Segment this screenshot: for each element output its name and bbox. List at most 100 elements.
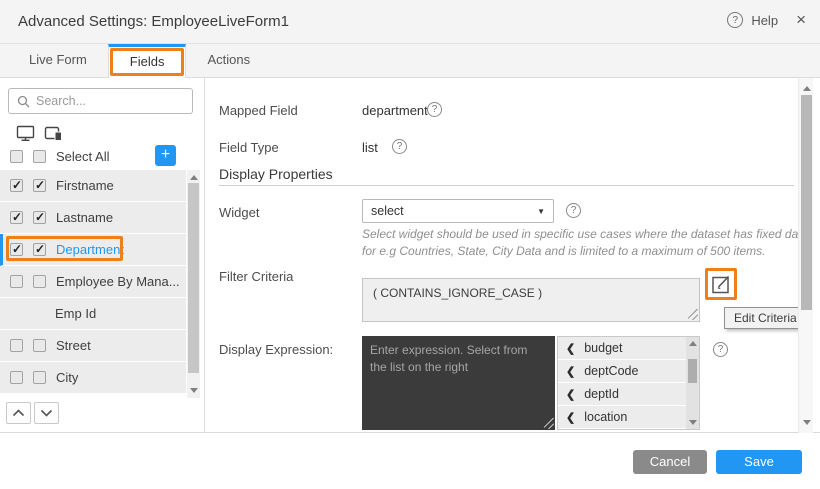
field-list: Firstname Lastname Department Employee By M…: [0, 170, 205, 398]
select-all-row[interactable]: Select All +: [0, 142, 186, 170]
expression-fields-list: ❮budget❮deptCode❮deptId❮location: [557, 336, 700, 430]
filter-criteria-textarea[interactable]: ( CONTAINS_IGNORE_CASE ): [362, 278, 700, 322]
scroll-down-icon[interactable]: [803, 420, 811, 425]
expression-field-label: budget: [584, 341, 622, 355]
caret-down-icon: ▼: [537, 207, 545, 216]
field-row-street[interactable]: Street: [0, 330, 186, 362]
field-row-employee-by-mana[interactable]: Employee By Mana...: [0, 266, 186, 298]
field-type-value: list: [362, 140, 378, 155]
checkbox[interactable]: [10, 150, 23, 163]
help-circle-icon[interactable]: ?: [427, 102, 442, 117]
checkbox[interactable]: [10, 243, 23, 256]
field-label: Firstname: [56, 178, 114, 193]
search-box[interactable]: [8, 88, 193, 114]
field-row-lastname[interactable]: Lastname: [0, 202, 186, 234]
section-divider: [219, 185, 794, 186]
expression-list-scrollbar[interactable]: [686, 337, 699, 429]
resize-handle[interactable]: [543, 418, 554, 429]
chevron-left-icon[interactable]: ❮: [566, 411, 575, 424]
search-input[interactable]: [36, 94, 197, 108]
widget-select[interactable]: select ▼: [362, 199, 554, 223]
field-label: Employee By Mana...: [56, 274, 180, 289]
field-type-label: Field Type: [219, 140, 279, 155]
mobile-devices-icon[interactable]: [44, 125, 64, 142]
move-down-button[interactable]: [34, 402, 59, 424]
field-row-department[interactable]: Department: [0, 234, 186, 266]
main-scrollbar[interactable]: [798, 78, 813, 433]
help-circle-icon[interactable]: ?: [566, 203, 581, 218]
tab-label: Live Form: [29, 52, 87, 67]
expression-editor[interactable]: Enter expression. Select from the list o…: [362, 336, 555, 430]
widget-label: Widget: [219, 205, 259, 220]
tab-fields[interactable]: Fields: [108, 44, 187, 78]
tab-label: Actions: [207, 52, 250, 67]
checkbox[interactable]: [33, 371, 46, 384]
chevron-left-icon[interactable]: ❮: [566, 365, 575, 378]
checkbox[interactable]: [33, 275, 46, 288]
display-properties-heading: Display Properties: [219, 166, 333, 182]
plus-icon[interactable]: +: [155, 145, 176, 166]
checkbox[interactable]: [33, 243, 46, 256]
field-label: Street: [56, 338, 91, 353]
scroll-down-icon[interactable]: [689, 420, 697, 425]
expression-field-deptid[interactable]: ❮ deptId: [558, 383, 687, 406]
fields-sidebar: Select All + Firstname Lastname Department…: [0, 78, 205, 432]
sidebar-scrollbar[interactable]: [187, 170, 200, 398]
scroll-up-icon[interactable]: [190, 175, 198, 180]
scrollbar-thumb[interactable]: [801, 95, 812, 310]
close-icon[interactable]: ×: [796, 12, 806, 28]
mapped-field-label: Mapped Field: [219, 103, 298, 118]
field-label: Emp Id: [55, 306, 96, 321]
expression-rows: ❮budget❮deptCode❮deptId❮location: [558, 337, 699, 429]
help-circle-icon[interactable]: ?: [713, 342, 728, 357]
edit-criteria-tooltip: Edit Criteria: [724, 307, 807, 329]
expression-field-location[interactable]: ❮location: [558, 406, 687, 429]
expression-field-label: deptId: [584, 387, 619, 401]
scroll-down-icon[interactable]: [190, 388, 198, 393]
scrollbar-thumb[interactable]: [688, 359, 697, 383]
desktop-icon[interactable]: [16, 125, 36, 142]
scrollbar-thumb[interactable]: [188, 183, 199, 373]
search-icon: [17, 95, 30, 108]
help-circle-icon[interactable]: ?: [727, 12, 743, 28]
chevron-left-icon[interactable]: ❮: [566, 388, 575, 401]
tab-actions[interactable]: Actions: [186, 44, 271, 77]
cancel-button[interactable]: Cancel: [633, 450, 707, 474]
checkbox[interactable]: [33, 211, 46, 224]
help-circle-icon[interactable]: ?: [392, 139, 407, 154]
checkbox[interactable]: [10, 339, 23, 352]
checkbox[interactable]: [10, 275, 23, 288]
mapped-field-value: department: [362, 103, 428, 118]
field-row-firstname[interactable]: Firstname: [0, 170, 186, 202]
field-row-city[interactable]: City: [0, 362, 186, 394]
dialog-titlebar: Advanced Settings: EmployeeLiveForm1 ? H…: [0, 0, 820, 44]
scroll-up-icon[interactable]: [689, 341, 697, 346]
expression-field-deptcode[interactable]: ❮deptCode: [558, 360, 687, 383]
checkbox[interactable]: [33, 339, 46, 352]
field-settings-panel: Mapped Field department ? Field Type lis…: [205, 78, 820, 432]
resize-handle[interactable]: [687, 309, 698, 320]
help-link[interactable]: Help: [751, 13, 778, 28]
scroll-up-icon[interactable]: [803, 86, 811, 91]
dialog-title: Advanced Settings: EmployeeLiveForm1: [18, 13, 289, 30]
field-label: Lastname: [56, 210, 113, 225]
chevron-left-icon[interactable]: ❮: [566, 342, 575, 355]
display-expression-label: Display Expression:: [219, 342, 333, 357]
move-up-button[interactable]: [6, 402, 31, 424]
tab-live-form[interactable]: Live Form: [8, 44, 108, 77]
save-button[interactable]: Save: [716, 450, 802, 474]
advanced-settings-dialog: Advanced Settings: EmployeeLiveForm1 ? H…: [0, 0, 820, 489]
expression-field-budget[interactable]: ❮ budget: [558, 337, 687, 360]
checkbox[interactable]: [33, 150, 46, 163]
checkbox[interactable]: [10, 211, 23, 224]
field-row-emp-id[interactable]: Emp Id: [0, 298, 186, 330]
edit-criteria-button[interactable]: [711, 274, 732, 295]
checkbox[interactable]: [33, 179, 46, 192]
titlebar-actions: ? Help ×: [727, 12, 806, 28]
dialog-body: Select All + Firstname Lastname Department…: [0, 78, 820, 433]
tab-bar: Live Form Fields Actions: [0, 44, 820, 78]
checkbox[interactable]: [10, 179, 23, 192]
field-rows: Firstname Lastname Department Employee By M…: [0, 170, 205, 394]
widget-help-note: Select widget should be used in specific…: [362, 226, 810, 261]
checkbox[interactable]: [10, 371, 23, 384]
